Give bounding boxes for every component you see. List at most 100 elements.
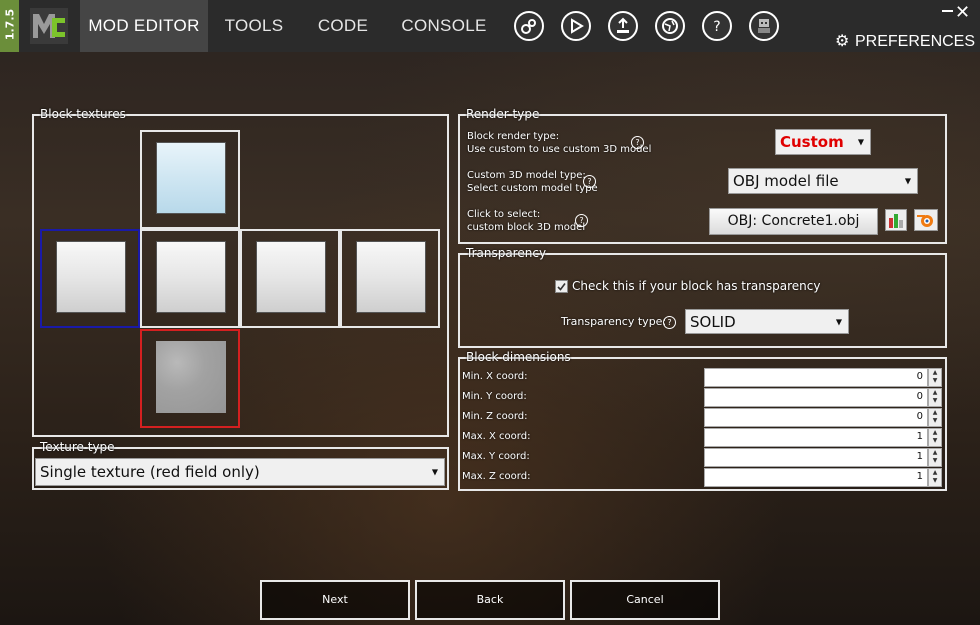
dimension-row-min-x: Min. X coord: 0 ▲ ▼ — [460, 368, 944, 388]
dimension-label: Max. Y coord: — [462, 451, 530, 462]
texture-slot-right[interactable] — [340, 229, 440, 328]
block-render-type-value: Custom — [780, 133, 844, 151]
tab-console[interactable]: CONSOLE — [392, 0, 496, 52]
dimension-row-min-y: Min. Y coord: 0 ▲ ▼ — [460, 388, 944, 408]
model-preview-icon — [889, 214, 903, 228]
model-select-hint: custom block 3D model — [467, 222, 586, 233]
dimension-label: Min. X coord: — [462, 371, 528, 382]
version-badge: 1.7.5 — [0, 0, 19, 52]
dimension-input[interactable]: 0 — [704, 408, 928, 427]
help-icon[interactable]: ? — [631, 136, 644, 149]
cancel-button[interactable]: Cancel — [570, 580, 720, 620]
preferences-button[interactable]: ⚙ PREFERENCES — [835, 31, 975, 51]
dimension-input[interactable]: 1 — [704, 468, 928, 487]
version-label: 1.7.5 — [3, 8, 17, 41]
dimension-label: Max. Z coord: — [462, 471, 531, 482]
texture-slot-top[interactable] — [140, 130, 240, 229]
help-icon[interactable]: ? — [575, 214, 588, 227]
dimension-row-max-y: Max. Y coord: 1 ▲ ▼ — [460, 448, 944, 468]
render-type-legend: Render type — [466, 107, 540, 121]
chevron-down-icon: ▼ — [904, 176, 911, 186]
top-toolbar: 1.7.5 MOD EDITOR TOOLS CODE CONSOLE ? ✕ … — [0, 0, 980, 52]
chevron-down-icon: ▼ — [431, 467, 438, 477]
tab-tools[interactable]: TOOLS — [214, 0, 294, 52]
texture-slot-front[interactable] — [40, 229, 140, 328]
svg-text:?: ? — [713, 19, 720, 35]
dimension-input[interactable]: 0 — [704, 388, 928, 407]
texture-slot-bottom[interactable] — [140, 329, 240, 428]
minimize-button[interactable] — [942, 10, 953, 12]
model-select-value: OBJ: Concrete1.obj — [727, 213, 860, 229]
spinner-down-icon[interactable]: ▼ — [929, 377, 941, 385]
gear-icon: ⚙ — [835, 33, 850, 50]
tab-mod-editor[interactable]: MOD EDITOR — [80, 0, 208, 52]
dimension-value: 0 — [916, 391, 923, 402]
blender-button[interactable] — [914, 209, 938, 231]
run-button[interactable] — [561, 11, 591, 41]
block-dimensions-legend: Block dimensions — [466, 350, 571, 364]
next-button[interactable]: Next — [260, 580, 410, 620]
back-button[interactable]: Back — [415, 580, 565, 620]
help-icon[interactable]: ? — [663, 316, 676, 329]
spinner-up-icon[interactable]: ▲ — [929, 409, 941, 417]
block-render-type-dropdown[interactable]: Custom ▼ — [775, 129, 871, 155]
spinner-buttons[interactable]: ▲ ▼ — [928, 428, 942, 447]
model-type-value: OBJ model file — [733, 172, 839, 190]
transparency-type-dropdown[interactable]: SOLID ▼ — [685, 309, 849, 334]
block-render-type-label: Block render type: — [467, 131, 560, 142]
help-icon: ? — [713, 19, 720, 35]
texture-slot-left[interactable] — [140, 229, 240, 328]
help-icon[interactable]: ? — [583, 175, 596, 188]
spinner-down-icon[interactable]: ▼ — [929, 437, 941, 445]
spinner-buttons[interactable]: ▲ ▼ — [928, 408, 942, 427]
texture-type-value: Single texture (red field only) — [40, 463, 260, 481]
checkmark-icon — [557, 283, 566, 291]
spinner-up-icon[interactable]: ▲ — [929, 369, 941, 377]
spinner-buttons[interactable]: ▲ ▼ — [928, 388, 942, 407]
spinner-up-icon[interactable]: ▲ — [929, 429, 941, 437]
dimension-input[interactable]: 1 — [704, 428, 928, 447]
model-preview-button[interactable] — [885, 209, 907, 231]
model-type-dropdown[interactable]: OBJ model file ▼ — [728, 168, 918, 194]
texture-preview-top — [156, 142, 226, 214]
dimension-value: 0 — [916, 411, 923, 422]
spinner-down-icon[interactable]: ▼ — [929, 417, 941, 425]
close-icon[interactable]: ✕ — [955, 4, 970, 22]
dimension-label: Min. Z coord: — [462, 411, 528, 422]
spinner-down-icon[interactable]: ▼ — [929, 477, 941, 485]
block-render-type-hint: Use custom to use custom 3D model — [467, 144, 652, 155]
transparency-type-label: Transparency type: — [561, 315, 667, 328]
spinner-buttons[interactable]: ▲ ▼ — [928, 448, 942, 467]
spinner-up-icon[interactable]: ▲ — [929, 449, 941, 457]
workspace-settings-button[interactable] — [514, 11, 544, 41]
block-textures-legend: Block textures — [40, 107, 126, 121]
spinner-up-icon[interactable]: ▲ — [929, 389, 941, 397]
export-button[interactable] — [608, 11, 638, 41]
dimension-input[interactable]: 0 — [704, 368, 928, 387]
transparency-legend: Transparency — [466, 246, 547, 260]
tab-code[interactable]: CODE — [308, 0, 378, 52]
help-button[interactable]: ? — [702, 11, 732, 41]
model-select-button[interactable]: OBJ: Concrete1.obj — [709, 208, 878, 235]
dimension-row-min-z: Min. Z coord: 0 ▲ ▼ — [460, 408, 944, 428]
transparency-type-value: SOLID — [690, 312, 736, 331]
texture-preview-front — [56, 241, 126, 313]
dimension-input[interactable]: 1 — [704, 448, 928, 467]
model-type-label: Custom 3D model type: — [467, 170, 586, 181]
spinner-down-icon[interactable]: ▼ — [929, 397, 941, 405]
account-icon — [758, 19, 770, 33]
account-button[interactable] — [749, 11, 779, 41]
transparency-checkbox[interactable] — [555, 280, 568, 293]
dimension-value: 1 — [916, 451, 923, 462]
spinner-down-icon[interactable]: ▼ — [929, 457, 941, 465]
texture-type-dropdown[interactable]: Single texture (red field only) ▼ — [35, 458, 445, 486]
dimension-value: 1 — [916, 431, 923, 442]
browser-button[interactable] — [655, 11, 685, 41]
texture-slot-back[interactable] — [240, 229, 340, 328]
spinner-buttons[interactable]: ▲ ▼ — [928, 368, 942, 387]
model-type-label-group: Custom 3D model type: Select custom mode… — [467, 169, 598, 195]
spinner-up-icon[interactable]: ▲ — [929, 469, 941, 477]
workspace-settings-icon — [521, 19, 536, 34]
transparency-checkbox-label[interactable]: Check this if your block has transparenc… — [572, 280, 820, 293]
spinner-buttons[interactable]: ▲ ▼ — [928, 468, 942, 487]
